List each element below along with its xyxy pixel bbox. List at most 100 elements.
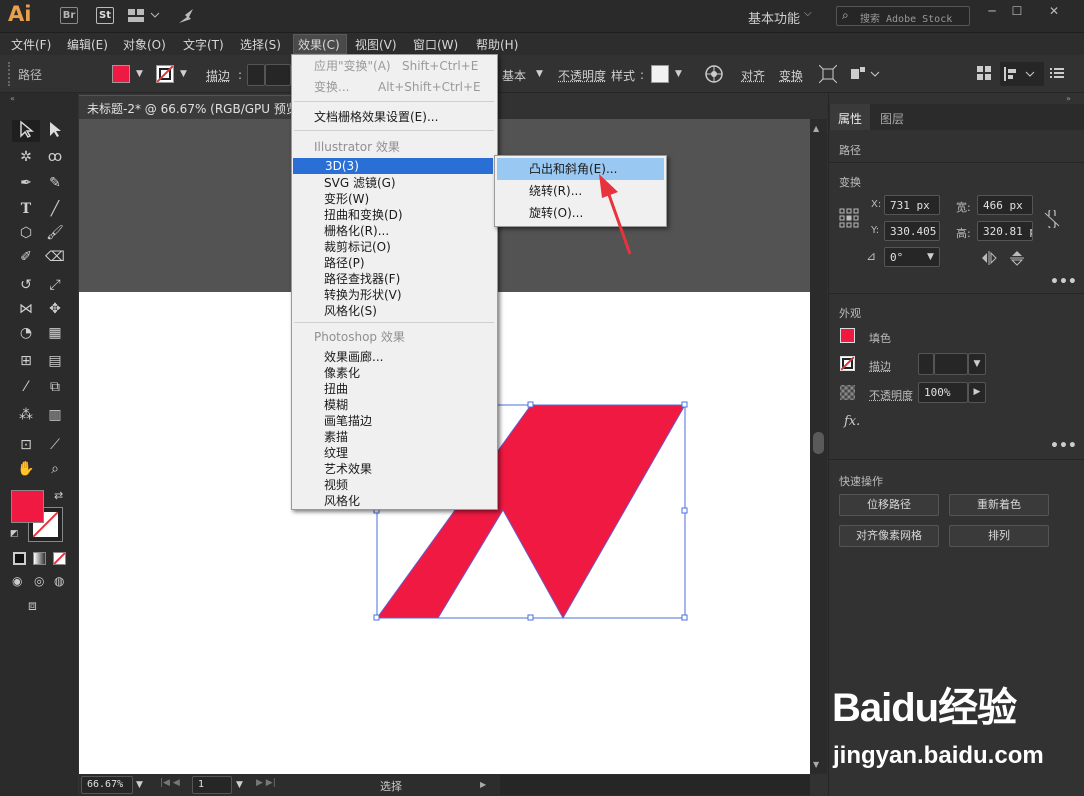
- artboard-tool-icon[interactable]: ⊡: [15, 434, 37, 456]
- stroke-label[interactable]: 描边: [206, 67, 230, 84]
- horizontal-scrollbar[interactable]: [500, 775, 810, 795]
- menu-edit[interactable]: 编辑(E): [67, 36, 108, 53]
- chevron-down-icon[interactable]: ▼: [968, 353, 986, 375]
- align-button[interactable]: 对齐: [741, 67, 765, 84]
- symbol-sprayer-tool-icon[interactable]: ⁂: [15, 404, 37, 426]
- menu-item-sketch[interactable]: 素描: [292, 429, 497, 445]
- fill-swatch-panel[interactable]: [840, 328, 855, 343]
- swap-fill-stroke-icon[interactable]: ⇄: [54, 489, 63, 502]
- gpu-performance-icon[interactable]: [176, 7, 198, 25]
- gradient-mode-icon[interactable]: [33, 552, 46, 565]
- menu-window[interactable]: 窗口(W): [413, 36, 458, 53]
- shape-builder-tool-icon[interactable]: ◔: [15, 322, 37, 344]
- zoom-field[interactable]: 66.67%: [81, 776, 133, 794]
- opacity-label[interactable]: 不透明度: [558, 67, 606, 84]
- flip-vertical-icon[interactable]: [1010, 250, 1024, 269]
- recolor-artwork-icon[interactable]: [705, 65, 723, 86]
- align-pixel-grid-button[interactable]: 对齐像素网格: [839, 525, 939, 547]
- none-mode-icon[interactable]: [53, 552, 66, 565]
- scroll-down-icon[interactable]: ▼: [813, 760, 819, 769]
- artboard-number-field[interactable]: 1: [192, 776, 232, 794]
- more-options-icon[interactable]: •••: [1050, 274, 1077, 290]
- constrain-proportions-icon[interactable]: [1044, 208, 1060, 231]
- isolate-object-icon[interactable]: [818, 64, 838, 86]
- graphic-style-swatch[interactable]: [651, 65, 669, 83]
- scroll-up-icon[interactable]: ▲: [813, 124, 819, 133]
- menu-item-svg-filters[interactable]: SVG 滤镜(G): [292, 175, 497, 191]
- blend-tool-icon[interactable]: ⧉: [44, 376, 66, 398]
- chevron-down-icon[interactable]: ▼: [536, 69, 543, 79]
- perspective-grid-tool-icon[interactable]: ▦: [44, 322, 66, 344]
- menu-item-distort-transform[interactable]: 扭曲和变换(D): [292, 207, 497, 223]
- fx-icon[interactable]: fx.: [844, 414, 860, 429]
- height-field[interactable]: 320.81 p: [977, 221, 1033, 241]
- screen-mode-icon[interactable]: ⧈: [28, 598, 37, 614]
- menu-item-effect-gallery[interactable]: 效果画廊...: [292, 349, 497, 365]
- menu-item-artistic[interactable]: 艺术效果: [292, 461, 497, 477]
- magic-wand-tool-icon[interactable]: ✲: [15, 146, 37, 168]
- chevron-down-icon[interactable]: ▼: [927, 252, 934, 262]
- curvature-tool-icon[interactable]: ✎: [44, 172, 66, 194]
- gradient-tool-icon[interactable]: ▤: [44, 350, 66, 372]
- menu-item-distort[interactable]: 扭曲: [292, 381, 497, 397]
- menu-effect[interactable]: 效果(C): [298, 36, 340, 53]
- panel-menu-icon[interactable]: [1050, 66, 1064, 83]
- color-mode-icon[interactable]: [13, 552, 26, 565]
- tab-layers[interactable]: 图层: [880, 110, 904, 127]
- draw-normal-icon[interactable]: ◉: [12, 574, 22, 588]
- maximize-button[interactable]: ☐: [1005, 4, 1029, 20]
- menu-object[interactable]: 对象(O): [123, 36, 166, 53]
- bridge-icon[interactable]: Br: [60, 7, 78, 24]
- arrange-button[interactable]: 排列: [949, 525, 1049, 547]
- offset-path-button[interactable]: 位移路径: [839, 494, 939, 516]
- menu-item-path[interactable]: 路径(P): [292, 255, 497, 271]
- workspace-switcher[interactable]: 基本功能: [748, 8, 800, 27]
- flip-horizontal-icon[interactable]: [981, 251, 997, 268]
- menu-file[interactable]: 文件(F): [11, 36, 51, 53]
- chevron-down-icon[interactable]: ▼: [236, 780, 243, 790]
- column-graph-tool-icon[interactable]: ▥: [44, 404, 66, 426]
- recolor-button[interactable]: 重新着色: [949, 494, 1049, 516]
- zoom-tool-icon[interactable]: ⌕: [44, 458, 66, 480]
- shaper-tool-icon[interactable]: ✐: [15, 246, 37, 268]
- type-tool-icon[interactable]: T: [15, 198, 37, 220]
- menu-item-stylize[interactable]: 风格化(S): [292, 303, 497, 319]
- close-button[interactable]: ✕: [1042, 4, 1066, 20]
- menu-item-crop-marks[interactable]: 裁剪标记(O): [292, 239, 497, 255]
- direct-selection-tool-icon[interactable]: [44, 120, 66, 142]
- status-menu-icon[interactable]: ▶: [480, 780, 486, 789]
- menu-type[interactable]: 文字(T): [183, 36, 224, 53]
- align-options-icon[interactable]: [1000, 62, 1044, 86]
- stroke-swatch-panel[interactable]: [840, 356, 855, 371]
- menu-item-pixelate[interactable]: 像素化: [292, 365, 497, 381]
- line-tool-icon[interactable]: ╱: [44, 198, 66, 220]
- menu-item-3d[interactable]: 3D(3): [293, 158, 493, 174]
- paintbrush-tool-icon[interactable]: 🖌: [44, 222, 66, 244]
- stroke-weight-stepper[interactable]: [247, 64, 265, 86]
- width-field[interactable]: 466 px: [977, 195, 1033, 215]
- stroke-weight-input[interactable]: [265, 64, 291, 86]
- draw-behind-icon[interactable]: ◎: [34, 574, 44, 588]
- menu-item-pathfinder[interactable]: 路径查找器(F): [292, 271, 497, 287]
- menu-item-texture[interactable]: 纹理: [292, 445, 497, 461]
- minimize-button[interactable]: ─: [980, 4, 1004, 20]
- menu-select[interactable]: 选择(S): [240, 36, 281, 53]
- menu-item-ps-stylize[interactable]: 风格化: [292, 493, 497, 509]
- x-position-field[interactable]: 731 px: [884, 195, 940, 215]
- hand-tool-icon[interactable]: ✋: [15, 458, 37, 480]
- menu-item-convert-to-shape[interactable]: 转换为形状(V): [292, 287, 497, 303]
- tab-properties[interactable]: 属性: [838, 110, 862, 127]
- collapse-icon[interactable]: «: [10, 94, 15, 103]
- chevron-down-icon[interactable]: ▼: [136, 780, 143, 790]
- lasso-tool-icon[interactable]: ꝏ: [44, 146, 66, 168]
- menu-item-video[interactable]: 视频: [292, 477, 497, 493]
- fill-swatch[interactable]: [112, 65, 130, 83]
- fill-color-box[interactable]: [11, 490, 44, 523]
- chevron-down-icon[interactable]: ▼: [136, 69, 143, 79]
- opacity-field[interactable]: 100%: [918, 382, 968, 403]
- draw-inside-icon[interactable]: ◍: [54, 574, 64, 588]
- arrange-panels-icon[interactable]: [977, 66, 991, 83]
- stock-icon[interactable]: St: [96, 7, 114, 24]
- puppet-warp-tool-icon[interactable]: ✥: [44, 298, 66, 320]
- stroke-weight-stepper[interactable]: [918, 353, 934, 375]
